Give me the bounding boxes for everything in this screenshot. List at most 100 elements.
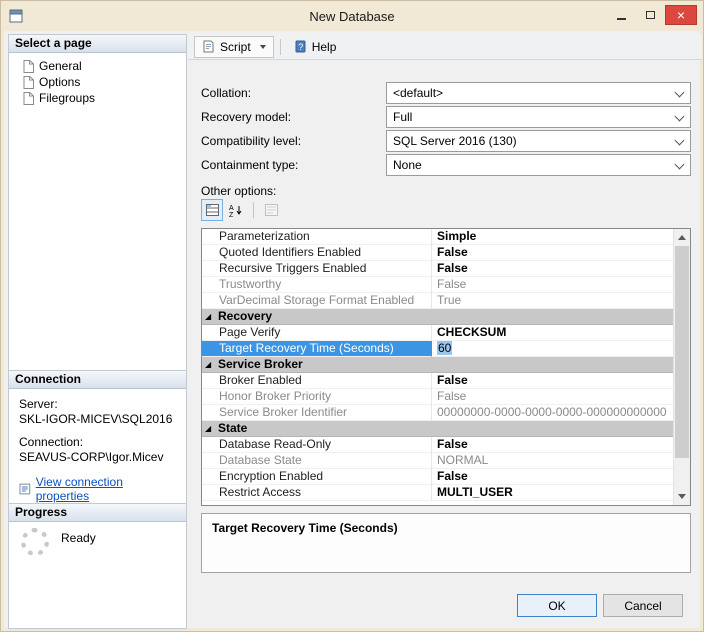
close-button[interactable]: × — [665, 5, 697, 25]
property-name-cell[interactable]: Honor Broker Priority — [202, 389, 432, 405]
scroll-down-icon — [678, 494, 686, 499]
svg-text:Z: Z — [229, 212, 234, 217]
compatibility-level-value: SQL Server 2016 (130) — [393, 134, 517, 148]
grid-property-row[interactable]: TrustworthyFalse — [202, 277, 673, 293]
grid-property-row[interactable]: ParameterizationSimple — [202, 229, 673, 245]
property-name-cell[interactable]: Broker Enabled — [202, 373, 432, 389]
scroll-up-button[interactable] — [674, 229, 690, 246]
property-description-title: Target Recovery Time (Seconds) — [202, 514, 690, 542]
containment-type-value: None — [393, 158, 422, 172]
cancel-button[interactable]: Cancel — [603, 594, 683, 617]
property-value-cell[interactable]: 00000000-0000-0000-0000-000000000000 — [432, 405, 673, 421]
main-toolbar: Script ? Help — [188, 34, 702, 60]
titlebar[interactable]: New Database × — [1, 1, 703, 31]
grid-property-row[interactable]: Service Broker Identifier00000000-0000-0… — [202, 405, 673, 421]
minimize-button[interactable] — [607, 5, 635, 25]
property-name-cell[interactable]: Restrict Access — [202, 485, 432, 501]
property-value-cell[interactable]: False — [432, 245, 673, 261]
property-name-cell[interactable]: Encryption Enabled — [202, 469, 432, 485]
property-value-cell[interactable]: MULTI_USER — [432, 485, 673, 501]
sidebar-item-general[interactable]: General — [9, 58, 186, 74]
scroll-up-icon — [678, 235, 686, 240]
grid-category-row[interactable]: ◢ Recovery — [202, 309, 673, 325]
property-value-cell[interactable]: 60 — [432, 341, 673, 357]
collapse-triangle-icon[interactable]: ◢ — [205, 358, 211, 372]
property-value-cell[interactable]: False — [432, 437, 673, 453]
property-value-cell[interactable]: CHECKSUM — [432, 325, 673, 341]
scrollbar-thumb[interactable] — [675, 246, 689, 458]
grid-property-row[interactable]: Database Read-OnlyFalse — [202, 437, 673, 453]
property-value-cell[interactable]: False — [432, 469, 673, 485]
grid-category-row[interactable]: ◢State — [202, 421, 673, 437]
maximize-button[interactable] — [636, 5, 664, 25]
collapse-triangle-icon[interactable]: ◢ — [205, 310, 211, 324]
recovery-model-value: Full — [393, 110, 412, 124]
property-name-cell[interactable]: Page Verify — [202, 325, 432, 341]
connection-header: Connection — [9, 371, 186, 389]
connection-properties-icon — [19, 483, 31, 495]
property-value-cell[interactable]: False — [432, 373, 673, 389]
grid-property-row[interactable]: Database StateNORMAL — [202, 453, 673, 469]
alphabetical-sort-button[interactable]: AZ — [225, 199, 247, 221]
grid-scrollbar[interactable] — [673, 229, 690, 505]
property-name-cell[interactable]: Service Broker Identifier — [202, 405, 432, 421]
script-button[interactable]: Script — [194, 36, 274, 58]
other-options-label: Other options: — [201, 184, 276, 198]
grid-property-row[interactable]: Page VerifyCHECKSUM — [202, 325, 673, 341]
svg-text:?: ? — [298, 42, 303, 52]
property-name-cell[interactable]: Quoted Identifiers Enabled — [202, 245, 432, 261]
ok-button[interactable]: OK — [517, 594, 597, 617]
property-value-cell[interactable]: True — [432, 293, 673, 309]
script-dropdown-arrow-icon — [260, 45, 266, 49]
grid-property-row[interactable]: Honor Broker PriorityFalse — [202, 389, 673, 405]
property-value-cell[interactable]: False — [432, 261, 673, 277]
help-button[interactable]: ? Help — [287, 36, 344, 58]
property-value-cell[interactable]: False — [432, 389, 673, 405]
grid-property-row[interactable]: Quoted Identifiers EnabledFalse — [202, 245, 673, 261]
category-name: Recovery — [218, 309, 272, 323]
property-name-cell[interactable]: Target Recovery Time (Seconds) — [202, 341, 432, 357]
grid-property-row[interactable]: VarDecimal Storage Format EnabledTrue — [202, 293, 673, 309]
collation-label: Collation: — [201, 86, 251, 100]
view-connection-properties-link[interactable]: View connection properties — [19, 475, 176, 503]
property-name-cell[interactable]: Database State — [202, 453, 432, 469]
window-title: New Database — [1, 9, 703, 24]
containment-type-select[interactable]: None — [386, 154, 691, 176]
grid-property-row[interactable]: Broker EnabledFalse — [202, 373, 673, 389]
close-icon: × — [677, 8, 685, 22]
sidebar-item-label: Options — [39, 75, 80, 89]
recovery-model-select[interactable]: Full — [386, 106, 691, 128]
category-name: Service Broker — [218, 357, 303, 371]
help-icon: ? — [294, 40, 307, 53]
property-value-cell[interactable]: False — [432, 277, 673, 293]
connection-body: Server: SKL-IGOR-MICEV\SQL2016 Connectio… — [9, 389, 186, 503]
collapse-triangle-icon[interactable]: ◢ — [205, 422, 211, 436]
property-name-cell[interactable]: Recursive Triggers Enabled — [202, 261, 432, 277]
grid-category-row[interactable]: ◢ Service Broker — [202, 357, 673, 373]
chevron-down-icon — [675, 88, 685, 98]
property-name-cell[interactable]: VarDecimal Storage Format Enabled — [202, 293, 432, 309]
grid-property-row[interactable]: Target Recovery Time (Seconds)60 — [202, 341, 673, 357]
scroll-down-button[interactable] — [674, 488, 690, 505]
property-value-cell[interactable]: NORMAL — [432, 453, 673, 469]
sidebar-item-filegroups[interactable]: Filegroups — [9, 90, 186, 106]
sidebar-item-options[interactable]: Options — [9, 74, 186, 90]
progress-panel: Progress Ready — [8, 503, 187, 629]
property-value-cell[interactable]: Simple — [432, 229, 673, 245]
connection-value: SEAVUS-CORP\Igor.Micev — [19, 450, 176, 464]
property-name-cell[interactable]: Trustworthy — [202, 277, 432, 293]
grid-property-row[interactable]: Encryption EnabledFalse — [202, 469, 673, 485]
property-grid-rows: ParameterizationSimpleQuoted Identifiers… — [202, 229, 673, 505]
select-page-panel: Select a page GeneralOptionsFilegroups — [8, 34, 187, 371]
sidebar-item-label: General — [39, 59, 82, 73]
property-name-cell[interactable]: Parameterization — [202, 229, 432, 245]
collation-select[interactable]: <default> — [386, 82, 691, 104]
grid-property-row[interactable]: Restrict AccessMULTI_USER — [202, 485, 673, 501]
containment-type-label: Containment type: — [201, 158, 298, 172]
compatibility-level-select[interactable]: SQL Server 2016 (130) — [386, 130, 691, 152]
grid-property-row[interactable]: Recursive Triggers EnabledFalse — [202, 261, 673, 277]
connection-label: Connection: — [19, 435, 176, 449]
property-name-cell[interactable]: Database Read-Only — [202, 437, 432, 453]
property-grid-toolbar: AZ — [201, 198, 282, 222]
categorized-button[interactable] — [201, 199, 223, 221]
